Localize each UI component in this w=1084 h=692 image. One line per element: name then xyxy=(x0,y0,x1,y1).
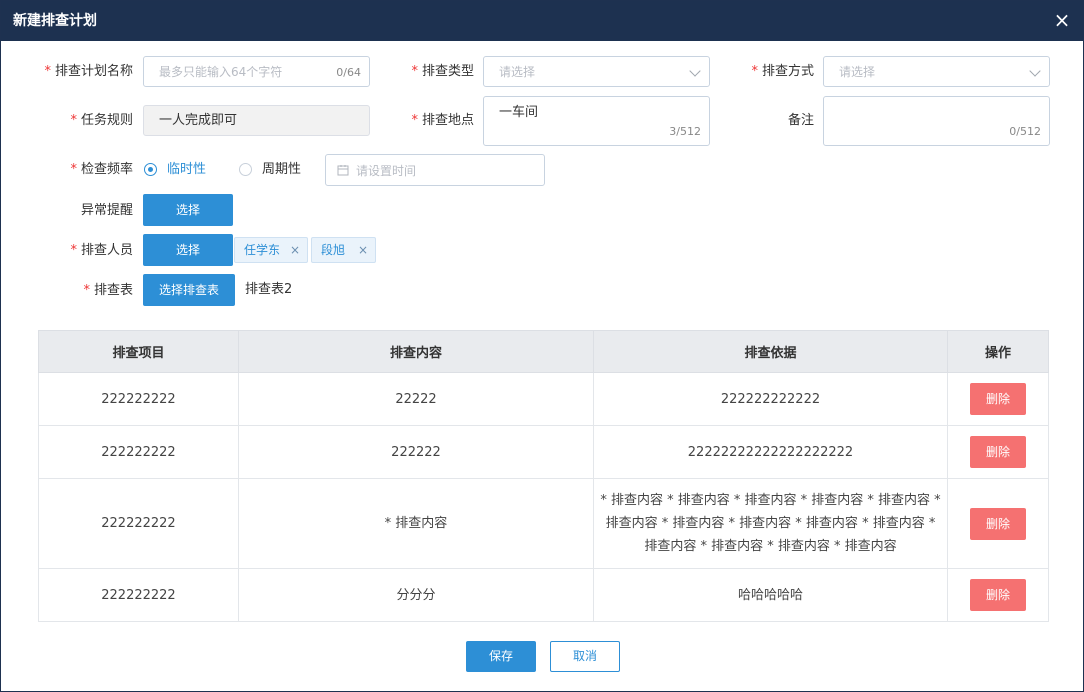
column-header-content: 排查内容 xyxy=(238,330,594,373)
task-rule-input: 一人完成即可 xyxy=(143,105,370,136)
cell-action: 删除 xyxy=(947,478,1049,569)
inspectors-label: * 排查人员 xyxy=(70,243,133,258)
calendar-icon xyxy=(337,165,349,176)
cell-content: 分分分 xyxy=(238,568,594,622)
frequency-periodic-radio[interactable] xyxy=(239,163,252,176)
delete-button[interactable]: 删除 xyxy=(970,436,1026,468)
plan-name-label: * 排查计划名称 xyxy=(44,64,133,79)
tag-close-icon[interactable]: × xyxy=(290,238,300,262)
column-header-basis: 排查依据 xyxy=(593,330,948,373)
location-label: * 排查地点 xyxy=(411,113,474,128)
close-icon[interactable]: × xyxy=(1051,9,1073,31)
frequency-label: * 检查频率 xyxy=(70,162,133,177)
remark-counter: 0/512 xyxy=(1009,125,1041,138)
column-header-item: 排查项目 xyxy=(38,330,239,373)
frequency-time-placeholder: 请设置时间 xyxy=(356,164,417,178)
inspector-tag: 段旭 × xyxy=(311,237,376,263)
alert-select-button[interactable]: 选择 xyxy=(143,194,233,226)
cell-basis: 哈哈哈哈哈 xyxy=(593,568,948,622)
frequency-periodic-label[interactable]: 周期性 xyxy=(262,162,301,178)
plan-name-input[interactable]: 最多只能输入64个字符 0/64 xyxy=(143,56,370,87)
check-method-placeholder: 请选择 xyxy=(839,65,876,79)
cell-content: * 排查内容 xyxy=(238,478,594,569)
location-counter: 3/512 xyxy=(669,125,701,138)
cell-content: 22222 xyxy=(238,372,594,426)
plan-name-placeholder: 最多只能输入64个字符 xyxy=(159,65,283,79)
check-type-placeholder: 请选择 xyxy=(499,65,536,79)
dialog-title: 新建排查计划 xyxy=(13,13,97,29)
remark-label: 备注 xyxy=(787,113,814,128)
location-value: 一车间 xyxy=(499,105,539,120)
inspector-tag-label: 任学东 xyxy=(244,243,281,257)
dialog-titlebar: 新建排查计划 × xyxy=(1,1,1083,41)
table-row: 222222222 22222 222222222222 删除 xyxy=(38,372,1049,426)
cell-action: 删除 xyxy=(947,372,1049,426)
select-check-table-button[interactable]: 选择排查表 xyxy=(143,274,235,306)
chevron-down-icon xyxy=(689,65,701,77)
cell-item: 222222222 xyxy=(38,372,239,426)
plan-name-counter: 0/64 xyxy=(336,66,361,79)
check-type-label: * 排查类型 xyxy=(411,64,474,79)
cancel-button[interactable]: 取消 xyxy=(550,641,620,672)
table-row: 222222222 222222 22222222222222222222 删除 xyxy=(38,425,1049,479)
table-row: 222222222 分分分 哈哈哈哈哈 删除 xyxy=(38,568,1049,622)
cell-basis: 222222222222 xyxy=(593,372,948,426)
column-header-action: 操作 xyxy=(947,330,1049,373)
cell-item: 222222222 xyxy=(38,478,239,569)
delete-button[interactable]: 删除 xyxy=(970,579,1026,611)
task-rule-value: 一人完成即可 xyxy=(159,113,238,128)
check-table-value: 排查表2 xyxy=(245,282,293,297)
inspector-tag: 任学东 × xyxy=(234,237,308,263)
task-rule-label: * 任务规则 xyxy=(70,113,133,128)
check-method-select[interactable]: 请选择 xyxy=(823,56,1050,87)
tag-close-icon[interactable]: × xyxy=(358,238,368,262)
check-method-label: * 排查方式 xyxy=(751,64,814,79)
frequency-time-input[interactable]: 请设置时间 xyxy=(325,154,545,186)
cell-basis: 22222222222222222222 xyxy=(593,425,948,479)
cell-item: 222222222 xyxy=(38,568,239,622)
table-row: 222222222 * 排查内容 * 排查内容 * 排查内容 * 排查内容 * … xyxy=(38,478,1049,569)
cell-action: 删除 xyxy=(947,425,1049,479)
check-table-label: * 排查表 xyxy=(83,283,133,298)
location-textarea[interactable]: 一车间 3/512 xyxy=(483,96,710,146)
frequency-temporary-radio[interactable] xyxy=(144,163,157,176)
check-type-select[interactable]: 请选择 xyxy=(483,56,710,87)
cell-item: 222222222 xyxy=(38,425,239,479)
check-items-table: 排查项目 排查内容 排查依据 操作 222222222 22222 222222… xyxy=(38,330,1049,622)
table-header-row: 排查项目 排查内容 排查依据 操作 xyxy=(38,330,1049,373)
inspector-tag-label: 段旭 xyxy=(321,243,346,257)
cell-action: 删除 xyxy=(947,568,1049,622)
new-check-plan-dialog: 新建排查计划 × * 排查计划名称 最多只能输入64个字符 0/64 * 排查类型 … xyxy=(0,0,1084,692)
cell-content: 222222 xyxy=(238,425,594,479)
frequency-temporary-label[interactable]: 临时性 xyxy=(167,162,206,178)
cell-basis: * 排查内容 * 排查内容 * 排查内容 * 排查内容 * 排查内容 * 排查内… xyxy=(593,478,948,569)
chevron-down-icon xyxy=(1029,65,1041,77)
alert-label: 异常提醒 xyxy=(80,203,133,218)
save-button[interactable]: 保存 xyxy=(466,641,536,672)
delete-button[interactable]: 删除 xyxy=(970,507,1026,540)
delete-button[interactable]: 删除 xyxy=(970,383,1026,415)
inspectors-select-button[interactable]: 选择 xyxy=(143,234,233,266)
remark-textarea[interactable]: 0/512 xyxy=(823,96,1050,146)
